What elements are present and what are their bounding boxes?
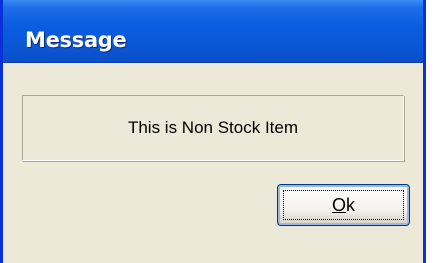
ok-label-rest: k: [346, 194, 355, 215]
title-bar[interactable]: Message: [3, 0, 423, 63]
dialog-title: Message: [25, 28, 127, 52]
ok-mnemonic: O: [331, 194, 346, 215]
ok-button-label: Ok: [332, 195, 355, 216]
ok-button[interactable]: Ok: [277, 184, 410, 226]
message-panel: This is Non Stock Item: [22, 95, 404, 161]
message-text: This is Non Stock Item: [127, 118, 299, 137]
dialog-body: This is Non Stock Item Ok: [3, 63, 423, 263]
message-dialog: Message This is Non Stock Item Ok: [0, 0, 426, 263]
